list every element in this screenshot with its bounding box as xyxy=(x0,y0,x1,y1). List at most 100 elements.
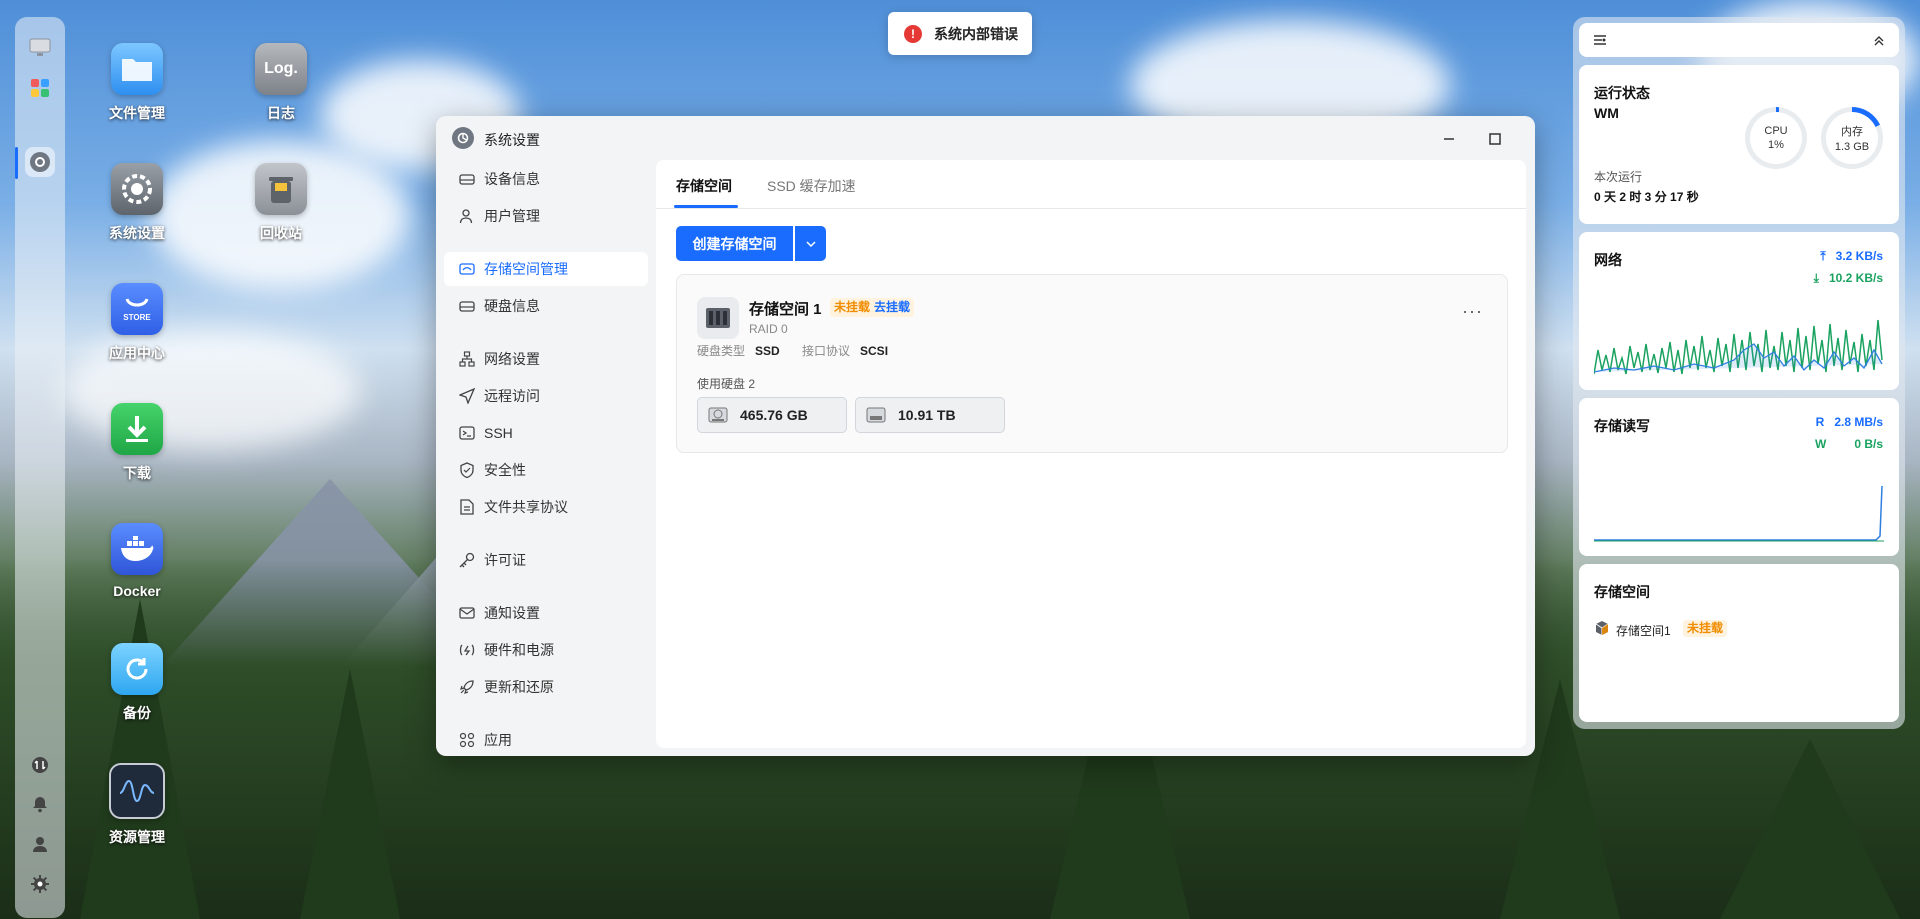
widget-title: 存储读写 xyxy=(1594,418,1650,434)
disk-chip[interactable]: 465.76 GB xyxy=(697,397,847,433)
sidebar-item-license[interactable]: 许可证 xyxy=(444,543,648,577)
drive-icon xyxy=(458,170,476,188)
apps-grid-icon[interactable] xyxy=(25,73,55,103)
uptime-label: 本次运行 xyxy=(1594,170,1643,184)
desktop-icon-label: 资源管理 xyxy=(109,829,165,845)
desktop-icon-backup[interactable]: 备份 xyxy=(89,643,185,723)
sidebar-item-remote-access[interactable]: 远程访问 xyxy=(444,379,648,413)
close-icon xyxy=(1534,132,1535,146)
sidebar-item-storage-management[interactable]: 存储空间管理 xyxy=(444,252,648,286)
network-sparkline xyxy=(1594,319,1883,375)
storage-cube-icon xyxy=(1595,621,1609,635)
collapse-icon[interactable] xyxy=(1873,34,1885,46)
cpu-label: CPU xyxy=(1764,125,1788,137)
sidebar-item-label: 通知设置 xyxy=(484,605,540,621)
sidebar-item-label: 文件共享协议 xyxy=(484,499,568,515)
window-titlebar[interactable]: 系统设置 xyxy=(436,116,1535,160)
mail-icon xyxy=(458,604,476,622)
memory-value: 1.3 GB xyxy=(1834,141,1870,153)
create-storage-button[interactable]: 创建存储空间 xyxy=(676,226,793,261)
user-icon xyxy=(458,207,476,225)
sidebar-item-label: 更新和还原 xyxy=(484,679,554,695)
disk-size: 465.76 GB xyxy=(740,407,808,423)
memory-label: 内存 xyxy=(1841,126,1863,138)
host-name: WM xyxy=(1594,105,1619,121)
chevron-down-icon xyxy=(805,240,816,247)
sidebar-item-label: SSH xyxy=(484,425,513,441)
document-icon xyxy=(458,498,476,516)
sidebar-item-network-settings[interactable]: 网络设置 xyxy=(444,342,648,376)
raid-level: RAID 0 xyxy=(749,322,788,336)
widget-toolbar xyxy=(1579,23,1899,57)
sidebar-item-label: 远程访问 xyxy=(484,388,540,404)
desktop-icon-system-settings[interactable]: 系统设置 xyxy=(89,163,185,243)
close-button[interactable] xyxy=(1528,126,1535,152)
disk-io-sparkline xyxy=(1594,485,1884,542)
sidebar-item-user-management[interactable]: 用户管理 xyxy=(444,199,648,233)
bell-icon[interactable] xyxy=(25,789,55,819)
create-storage-dropdown[interactable] xyxy=(795,226,826,261)
sidebar-item-device-info[interactable]: 设备信息 xyxy=(444,162,648,196)
status-widget[interactable]: 运行状态 WM CPU 1% 内存 1.3 GB 本次运行 0 天 2 时 3 分 … xyxy=(1579,65,1899,224)
key-icon xyxy=(458,551,476,569)
sidebar-item-label: 存储空间管理 xyxy=(484,261,568,277)
sidebar-item-ssh[interactable]: SSH xyxy=(444,416,648,450)
desktop-icon-app-center[interactable]: STORE 应用中心 xyxy=(89,283,185,363)
sidebar-item-label: 安全性 xyxy=(484,462,526,478)
transfer-icon[interactable] xyxy=(25,750,55,780)
system-settings-dock-icon[interactable] xyxy=(25,147,55,177)
sidebar-item-label: 硬件和电源 xyxy=(484,642,554,658)
error-icon: ! xyxy=(904,24,922,43)
mount-link[interactable]: 去挂载 xyxy=(870,298,915,317)
upload-rate: ⤒ 3.2 KB/s xyxy=(1820,249,1883,263)
sidebar-item-security[interactable]: 安全性 xyxy=(444,453,648,487)
disk-chip[interactable]: 10.91 TB xyxy=(855,397,1005,433)
desktop-icon-resource-monitor[interactable]: 资源管理 xyxy=(89,763,185,847)
minimize-button[interactable] xyxy=(1436,126,1462,152)
maximize-button[interactable] xyxy=(1482,126,1508,152)
more-options-button[interactable]: ··· xyxy=(1462,301,1483,322)
desktop-icon[interactable] xyxy=(25,33,55,63)
sidebar-item-hardware-power[interactable]: 硬件和电源 xyxy=(444,633,648,667)
sidebar-item-update-restore[interactable]: 更新和还原 xyxy=(444,670,648,704)
error-toast: ! 系统内部错误 xyxy=(888,12,1032,55)
desktop-icon-label: 文件管理 xyxy=(109,105,165,121)
memory-gauge: 内存 1.3 GB xyxy=(1821,107,1883,169)
interface-row: 接口协议 SCSI xyxy=(802,342,888,359)
storage-pool-card[interactable]: 存储空间 1 未挂载 去挂载 RAID 0 ··· 硬盘类型 SSD 接口协议 SC… xyxy=(676,274,1508,453)
network-icon xyxy=(458,350,476,368)
desktop-icon-file-manager[interactable]: 文件管理 xyxy=(89,43,185,123)
desktop-icon-recycle-bin[interactable]: 回收站 xyxy=(233,163,329,243)
user-icon[interactable] xyxy=(25,829,55,859)
network-widget[interactable]: 网络 ⤒ 3.2 KB/s ⤓ 10.2 KB/s xyxy=(1579,232,1899,390)
disk-type-row: 硬盘类型 SSD xyxy=(697,342,780,359)
storage-widget[interactable]: 存储空间 存储空间1 未挂载 xyxy=(1579,564,1899,722)
filter-settings-icon[interactable] xyxy=(1593,34,1607,46)
status-badge: 未挂载 xyxy=(830,298,875,317)
disk-io-widget[interactable]: 存储读写 R 2.8 MB/s W0 B/s xyxy=(1579,398,1899,556)
settings-app-icon xyxy=(452,127,474,149)
backup-icon xyxy=(111,643,163,695)
storage-item-name: 存储空间1 xyxy=(1616,624,1671,638)
gear-icon[interactable] xyxy=(25,869,55,899)
sidebar-item-label: 应用 xyxy=(484,732,512,748)
tab-storage-space[interactable]: 存储空间 xyxy=(676,176,732,196)
sidebar-item-apps[interactable]: 应用 xyxy=(444,723,648,756)
desktop-icon-label: Docker xyxy=(113,583,161,599)
sidebar-item-label: 许可证 xyxy=(484,552,526,568)
terminal-icon xyxy=(458,424,476,442)
desktop-icon-log[interactable]: Log. 日志 xyxy=(233,43,329,123)
write-rate: W0 B/s xyxy=(1814,437,1883,451)
desktop-icon-download[interactable]: 下载 xyxy=(89,403,185,483)
desktop-icon-docker[interactable]: Docker xyxy=(89,523,185,599)
sidebar-item-disk-info[interactable]: 硬盘信息 xyxy=(444,289,648,323)
uptime-value: 0 天 2 时 3 分 17 秒 xyxy=(1594,190,1699,204)
desktop-icon-label: 系统设置 xyxy=(109,225,165,241)
download-rate: ⤓ 10.2 KB/s xyxy=(1813,271,1883,285)
maximize-icon xyxy=(1489,133,1501,145)
ssd-icon xyxy=(866,407,886,423)
tab-ssd-cache[interactable]: SSD 缓存加速 xyxy=(767,176,856,196)
download-arrow-icon: ⤓ xyxy=(1813,271,1819,285)
sidebar-item-notification-settings[interactable]: 通知设置 xyxy=(444,596,648,630)
sidebar-item-file-sharing[interactable]: 文件共享协议 xyxy=(444,490,648,524)
